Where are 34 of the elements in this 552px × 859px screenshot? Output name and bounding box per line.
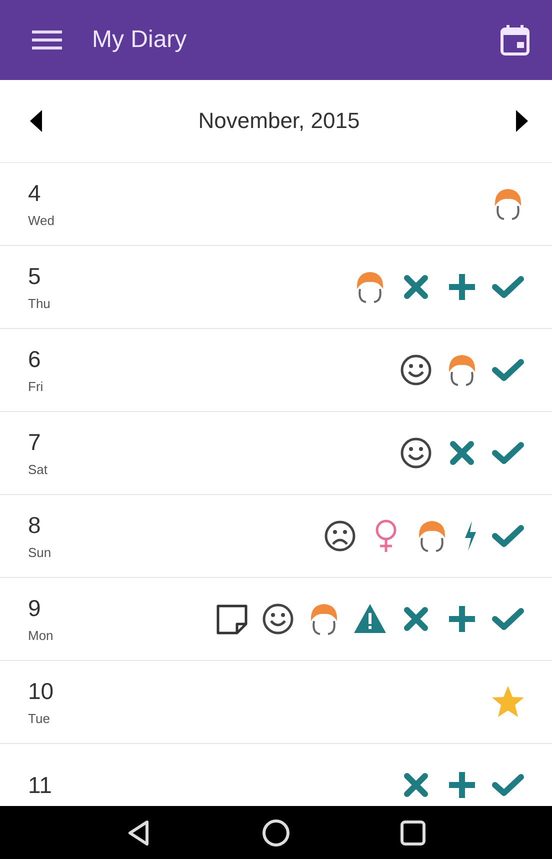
day-number: 9 (28, 595, 42, 622)
day-row[interactable]: 7 Sat (0, 412, 552, 495)
day-number: 5 (28, 263, 42, 290)
day-row[interactable]: 10 Tue (0, 661, 552, 744)
day-number: 4 (28, 180, 42, 207)
weekday-label: Wed (28, 213, 56, 228)
day-number: 8 (28, 512, 42, 539)
smiley-icon (398, 352, 434, 388)
weekday-label: Sun (28, 545, 52, 560)
weekday-label: Sat (28, 462, 49, 477)
star-icon (490, 684, 526, 720)
next-month-button[interactable] (514, 109, 530, 133)
smiley-icon (398, 435, 434, 471)
weekday-label: Tue (28, 711, 51, 726)
weekday-label: Fri (28, 379, 44, 394)
weekday-label: Thu (28, 296, 52, 311)
smiley-icon (260, 601, 296, 637)
sad-face-icon (322, 518, 358, 554)
weekday-label: Mon (28, 628, 54, 643)
day-row[interactable]: 9 Mon (0, 578, 552, 661)
app-title: My Diary (92, 26, 188, 54)
home-icon[interactable] (260, 816, 292, 848)
calendar-icon[interactable] (500, 24, 530, 56)
day-number: 6 (28, 346, 42, 373)
day-number: 7 (28, 429, 42, 456)
day-row[interactable]: 6 Fri (0, 329, 552, 412)
day-row[interactable]: 5 Thu (0, 246, 552, 329)
day-number: 10 (28, 678, 55, 705)
day-number: 11 (28, 772, 53, 798)
month-label: November, 2015 (198, 108, 360, 134)
day-row[interactable]: 4 Wed (0, 163, 552, 246)
menu-icon[interactable] (32, 29, 62, 51)
day-row[interactable]: 8 Sun (0, 495, 552, 578)
previous-month-button[interactable] (28, 109, 44, 133)
